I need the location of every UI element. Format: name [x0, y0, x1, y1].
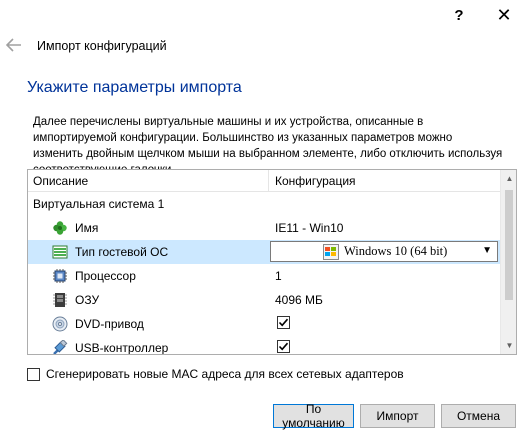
- dvd-checkbox[interactable]: [277, 316, 290, 329]
- row-label: DVD-привод: [75, 317, 144, 331]
- row-label: ОЗУ: [75, 293, 100, 307]
- dvd-icon: [52, 316, 68, 332]
- scroll-down-icon[interactable]: ▼: [501, 337, 516, 354]
- appliance-settings-table[interactable]: Описание Конфигурация Виртуальная систем…: [27, 169, 517, 355]
- row-label: USB-контроллер: [75, 341, 169, 355]
- column-header-description[interactable]: Описание: [33, 174, 88, 188]
- usb-checkbox[interactable]: [277, 340, 290, 353]
- table-header: Описание Конфигурация: [28, 170, 500, 192]
- row-value[interactable]: 4096 МБ: [275, 293, 323, 307]
- group-label: Виртуальная система 1: [33, 197, 165, 211]
- cancel-button[interactable]: Отмена: [441, 404, 516, 428]
- row-value[interactable]: 1: [275, 269, 282, 283]
- wizard-title: Импорт конфигураций: [37, 39, 167, 53]
- wizard-nav: Импорт конфигураций: [0, 30, 527, 62]
- os-type-icon: [52, 244, 68, 260]
- column-separator[interactable]: [268, 170, 269, 192]
- os-type-select[interactable]: Windows 10 (64 bit) ▼: [270, 241, 498, 262]
- scroll-up-icon[interactable]: ▲: [501, 170, 516, 187]
- ram-icon: [52, 292, 68, 308]
- table-row[interactable]: USB-контроллер: [28, 336, 500, 355]
- table-row[interactable]: Процессор 1: [28, 264, 500, 288]
- column-header-configuration[interactable]: Конфигурация: [275, 174, 356, 188]
- row-label: Процессор: [75, 269, 136, 283]
- table-row[interactable]: Имя IE11 - Win10: [28, 216, 500, 240]
- import-button[interactable]: Импорт: [360, 404, 435, 428]
- table-row-selected[interactable]: Тип гостевой ОС Windows 10 (64 bit) ▼: [28, 240, 500, 264]
- page-heading: Укажите параметры импорта: [27, 79, 242, 96]
- scrollbar-thumb[interactable]: [505, 190, 513, 300]
- close-button[interactable]: ✕: [481, 0, 527, 30]
- table-row[interactable]: DVD-привод: [28, 312, 500, 336]
- cpu-icon: [52, 268, 68, 284]
- help-button[interactable]: ?: [436, 0, 482, 30]
- row-label: Тип гостевой ОС: [75, 245, 169, 259]
- mac-address-label[interactable]: Сгенерировать новые MAC адреса для всех …: [46, 367, 404, 381]
- table-row[interactable]: ОЗУ 4096 МБ: [28, 288, 500, 312]
- title-bar: ? ✕: [0, 0, 527, 30]
- table-row-group[interactable]: Виртуальная система 1: [28, 192, 500, 216]
- row-label: Имя: [75, 221, 99, 235]
- restore-defaults-button[interactable]: По умолчанию: [273, 402, 354, 430]
- windows-10-icon: [323, 244, 339, 260]
- mac-address-checkbox[interactable]: [27, 368, 40, 381]
- dropdown-arrow-icon[interactable]: ▼: [482, 245, 492, 256]
- os-type-value: Windows 10 (64 bit): [344, 244, 448, 258]
- usb-icon: [52, 339, 68, 354]
- back-arrow-icon[interactable]: [5, 38, 24, 54]
- table-scrollbar[interactable]: ▲ ▼: [500, 170, 516, 354]
- row-value[interactable]: IE11 - Win10: [275, 221, 343, 235]
- clover-icon: [52, 220, 68, 236]
